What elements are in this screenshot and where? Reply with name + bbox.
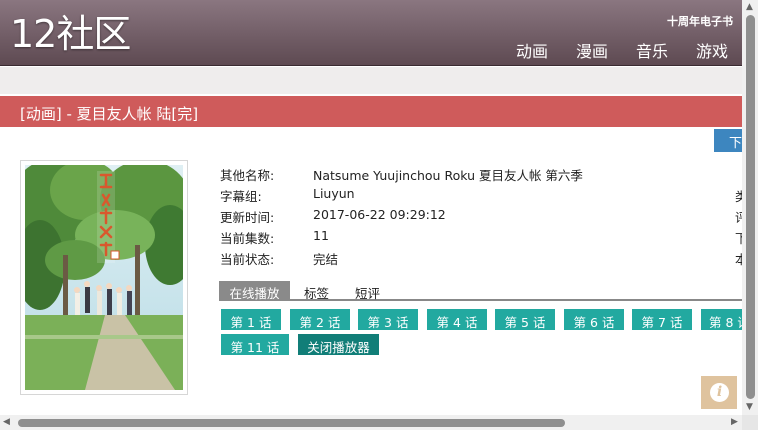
- page-title: [动画] - 夏目友人帐 陆[完]: [20, 105, 199, 123]
- scroll-up-arrow-icon[interactable]: ▲: [746, 3, 753, 12]
- ebook-link[interactable]: 十周年电子书: [667, 13, 733, 29]
- episode-button[interactable]: 第 8 话: [701, 309, 742, 330]
- scrollbar-corner: [742, 415, 758, 430]
- info-label: 字幕组:: [220, 189, 262, 204]
- vertical-scroll-thumb[interactable]: [746, 15, 755, 399]
- sub-header-band: [0, 67, 758, 94]
- episode-button[interactable]: 第 7 话: [632, 309, 692, 330]
- info-label: 当前集数:: [220, 231, 275, 246]
- scroll-down-arrow-icon[interactable]: ▼: [746, 403, 753, 412]
- nav-item-anime[interactable]: 动画: [516, 38, 576, 62]
- nav-item-music[interactable]: 音乐: [636, 38, 696, 62]
- nav-item-manga[interactable]: 漫画: [576, 38, 636, 62]
- main-nav: 动画 漫画 音乐 游戏: [516, 38, 756, 62]
- episode-button[interactable]: 第 1 话: [221, 309, 281, 330]
- tab-online-play[interactable]: 在线播放: [219, 281, 290, 301]
- tab-reviews[interactable]: 短评: [355, 281, 380, 301]
- info-glyph: i: [710, 383, 729, 402]
- info-value: 11: [313, 228, 329, 243]
- title-bar: [动画] - 夏目友人帐 陆[完]: [0, 96, 758, 127]
- episode-button[interactable]: 第 2 话: [290, 309, 350, 330]
- info-icon[interactable]: i: [701, 376, 737, 409]
- info-value: 2017-06-22 09:29:12: [313, 207, 446, 222]
- info-label: 其他名称:: [220, 168, 275, 183]
- episode-button[interactable]: 第 5 话: [495, 309, 555, 330]
- content-tabs: 在线播放 标签 短评: [219, 281, 750, 301]
- episode-button[interactable]: 第 4 话: [427, 309, 487, 330]
- poster-image: [25, 165, 183, 390]
- episode-button[interactable]: 第 6 话: [564, 309, 624, 330]
- tab-tags[interactable]: 标签: [304, 281, 329, 301]
- info-label: 当前状态:: [220, 252, 275, 267]
- info-label: 更新时间:: [220, 210, 275, 225]
- episode-button[interactable]: 第 11 话: [221, 334, 289, 355]
- site-logo[interactable]: 12社区: [10, 14, 131, 54]
- site-header: 12社区 十周年电子书 动画 漫画 音乐 游戏: [0, 0, 758, 66]
- episode-button[interactable]: 第 3 话: [358, 309, 418, 330]
- horizontal-scroll-thumb[interactable]: [18, 419, 565, 427]
- close-player-button[interactable]: 关闭播放器: [298, 334, 379, 355]
- scroll-right-arrow-icon[interactable]: ▶: [731, 418, 738, 427]
- info-value[interactable]: Liuyun: [313, 186, 355, 201]
- poster-frame: [20, 160, 188, 395]
- info-value: Natsume Yuujinchou Roku 夏目友人帐 第六季: [313, 168, 583, 183]
- scroll-left-arrow-icon[interactable]: ◀: [3, 418, 10, 427]
- info-value: 完结: [313, 252, 339, 267]
